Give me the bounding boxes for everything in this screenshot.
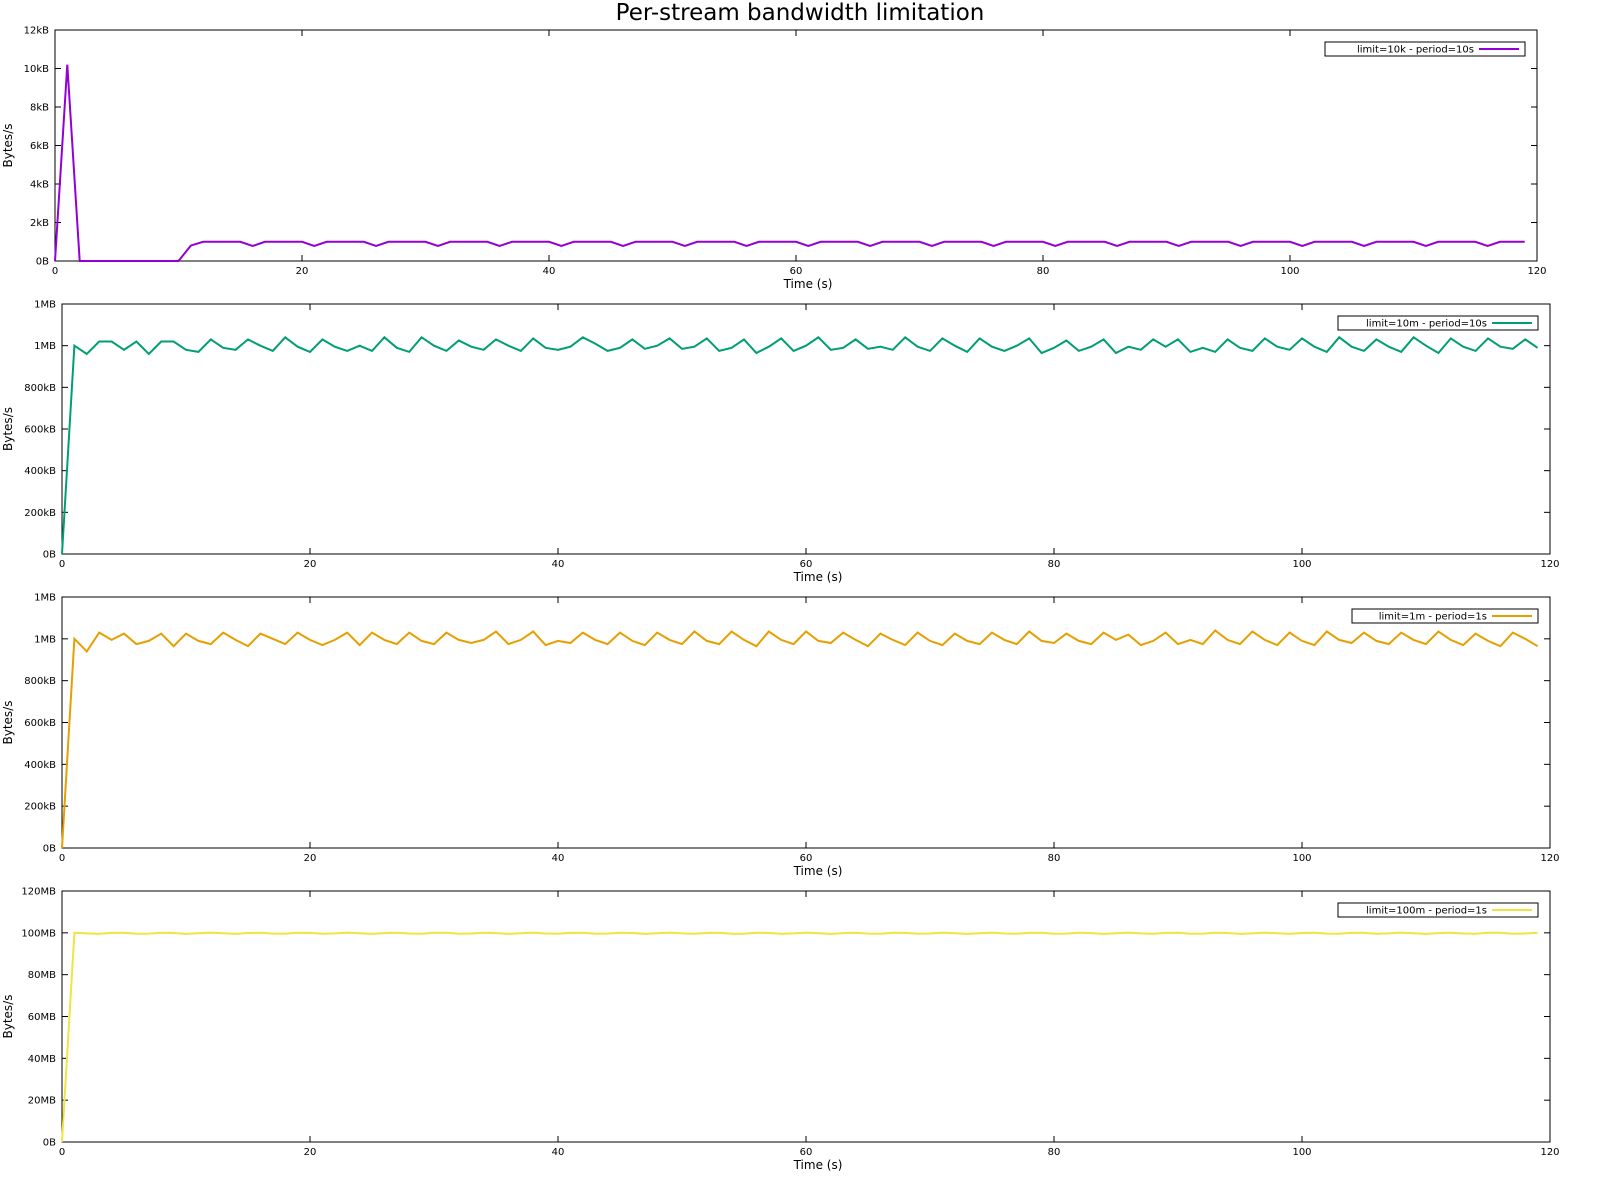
y-tick-label: 10kB — [24, 64, 50, 75]
x-tick-label: 120 — [1540, 853, 1559, 864]
x-tick-label: 0 — [59, 1147, 65, 1158]
x-tick-label: 0 — [59, 853, 65, 864]
legend-label: limit=10k - period=10s — [1357, 45, 1474, 56]
series-line-1 — [54, 64, 1525, 262]
y-tick-label: 2kB — [30, 218, 49, 229]
x-tick-label: 80 — [1048, 1147, 1061, 1158]
x-tick-label: 0 — [59, 559, 65, 570]
x-tick-label: 80 — [1037, 266, 1050, 277]
x-tick-label: 120 — [1540, 559, 1559, 570]
y-tick-label: 12kB — [24, 26, 50, 37]
x-axis-label: Time (s) — [783, 277, 833, 291]
y-tick-label: 1MB — [34, 593, 56, 604]
x-tick-label: 20 — [304, 853, 317, 864]
charts-canvas: 0 20 40 60 80 100 120 0B 2kB 4kB 6kB 8kB 10kB 12kB Tim… — [1, 26, 1560, 1173]
x-axis-label: Time (s) — [793, 570, 843, 584]
x-tick-label: 60 — [800, 853, 813, 864]
x-tick-label: 20 — [296, 266, 309, 277]
chart-panel-1: 0 20 40 60 80 100 120 0B 2kB 4kB 6kB 8kB 10kB 12kB Tim… — [1, 26, 1547, 292]
x-tick-label: 60 — [800, 1147, 813, 1158]
y-tick-label: 400kB — [24, 466, 56, 477]
x-axis-label: Time (s) — [793, 1158, 843, 1172]
y-tick-label: 400kB — [24, 760, 56, 771]
y-tick-label: 60MB — [28, 1012, 56, 1023]
y-tick-label: 0B — [43, 1138, 56, 1149]
y-axis-label: Bytes/s — [1, 407, 15, 451]
y-tick-label: 600kB — [24, 425, 56, 436]
y-tick-label: 8kB — [30, 103, 49, 114]
legend-label: limit=1m - period=1s — [1379, 612, 1487, 623]
x-tick-label: 0 — [52, 266, 58, 277]
y-tick-label: 1MB — [34, 300, 56, 311]
chart-panel-4: 0 20 40 60 80 100 120 0B 20MB 40MB 60MB 80MB 100MB 12… — [1, 887, 1560, 1173]
x-tick-label: 100 — [1292, 1147, 1311, 1158]
series-line-1 — [61, 931, 1538, 1143]
series-line-1 — [61, 335, 1539, 555]
y-tick-label: 120MB — [21, 887, 56, 898]
chart-panel-2: 0 20 40 60 80 100 120 0B 200kB 400kB 600kB 800kB 1MB… — [1, 300, 1560, 585]
plot-frame — [61, 596, 1551, 849]
y-tick-label: 0B — [43, 844, 56, 855]
y-tick-label: 40MB — [28, 1054, 56, 1065]
y-tick-label: 0B — [43, 550, 56, 561]
y-tick-label: 600kB — [24, 718, 56, 729]
x-tick-label: 60 — [800, 559, 813, 570]
y-axis-label: Bytes/s — [1, 995, 15, 1039]
plot-frame — [61, 303, 1551, 555]
x-tick-label: 120 — [1527, 266, 1546, 277]
x-tick-label: 40 — [552, 853, 565, 864]
y-tick-label: 20MB — [28, 1096, 56, 1107]
y-tick-label: 200kB — [24, 802, 56, 813]
y-tick-label: 6kB — [30, 141, 49, 152]
series-line-1 — [61, 629, 1539, 849]
y-tick-label: 1MB — [34, 341, 56, 352]
y-axis-label: Bytes/s — [1, 124, 15, 168]
x-tick-label: 40 — [552, 559, 565, 570]
plot-frame — [54, 29, 1538, 262]
y-tick-label: 200kB — [24, 508, 56, 519]
y-tick-label: 80MB — [28, 970, 56, 981]
x-tick-label: 20 — [304, 559, 317, 570]
x-tick-label: 80 — [1048, 559, 1061, 570]
y-tick-label: 100MB — [21, 928, 56, 939]
x-tick-label: 100 — [1292, 853, 1311, 864]
x-axis-label: Time (s) — [793, 864, 843, 878]
x-tick-label: 60 — [790, 266, 803, 277]
x-tick-label: 20 — [304, 1147, 317, 1158]
x-tick-label: 40 — [543, 266, 556, 277]
x-tick-label: 100 — [1280, 266, 1299, 277]
y-axis-label: Bytes/s — [1, 701, 15, 745]
chart-panel-3: 0 20 40 60 80 100 120 0B 200kB 400kB 600kB 800kB 1MB… — [1, 593, 1560, 879]
y-tick-label: 0B — [36, 257, 49, 268]
y-tick-label: 4kB — [30, 180, 49, 191]
x-tick-label: 100 — [1292, 559, 1311, 570]
x-tick-label: 80 — [1048, 853, 1061, 864]
legend-label: limit=10m - period=10s — [1366, 319, 1487, 330]
x-tick-label: 40 — [552, 1147, 565, 1158]
y-tick-label: 800kB — [24, 383, 56, 394]
y-tick-label: 1MB — [34, 634, 56, 645]
legend-label: limit=100m - period=1s — [1366, 906, 1487, 917]
y-tick-label: 800kB — [24, 676, 56, 687]
x-tick-label: 120 — [1540, 1147, 1559, 1158]
plot-frame — [61, 890, 1551, 1143]
